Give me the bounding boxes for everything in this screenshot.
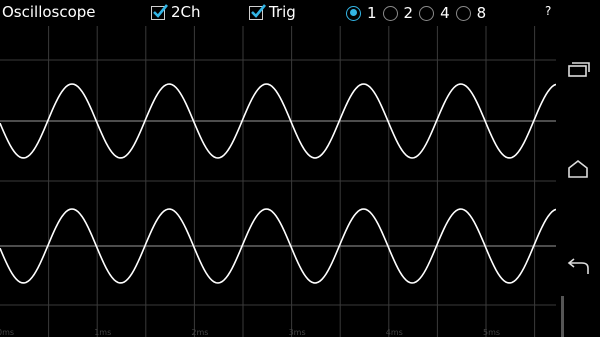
time-tick-labels: 0ms 1ms 2ms 3ms 4ms 5ms [0, 328, 500, 337]
two-channel-checkbox[interactable]: 2Ch [151, 3, 201, 21]
sweep-radio-label: 1 [367, 4, 377, 22]
scrollbar[interactable] [561, 296, 564, 337]
checkbox-checked-icon [151, 3, 169, 20]
system-nav-bar [556, 0, 600, 337]
oscilloscope-app: Oscilloscope 2Ch Trig 1 2 4 8 ? ms 1ms 2… [0, 0, 556, 337]
radio-unselected-icon [382, 5, 398, 21]
sweep-radio-4[interactable]: 4 [419, 4, 450, 22]
toolbar: Oscilloscope 2Ch Trig 1 2 4 8 ? [0, 0, 556, 26]
radio-unselected-icon [419, 5, 435, 21]
scope-display[interactable]: 0ms 1ms 2ms 3ms 4ms 5ms [0, 26, 556, 337]
recent-apps-icon[interactable] [564, 56, 592, 84]
sweep-radio-group: 1 2 4 8 [346, 4, 492, 22]
radio-selected-icon [346, 5, 361, 21]
sweep-radio-1[interactable]: 1 [346, 4, 377, 22]
grid-lines [0, 26, 556, 337]
scope-canvas: 0ms 1ms 2ms 3ms 4ms 5ms [0, 26, 556, 337]
trigger-label: Trig [269, 3, 296, 21]
sweep-radio-2[interactable]: 2 [382, 4, 414, 22]
sweep-radio-8[interactable]: 8 [455, 4, 487, 22]
app-title: Oscilloscope [2, 3, 96, 21]
sweep-radio-label: 4 [440, 4, 450, 22]
time-tick-label: 4ms [386, 328, 403, 337]
sweep-radio-label: 8 [476, 4, 487, 22]
time-tick-label: 5ms [483, 328, 500, 337]
two-channel-label: 2Ch [171, 3, 201, 21]
sweep-radio-label: 2 [403, 4, 414, 22]
radio-unselected-icon [455, 5, 471, 21]
time-tick-label: 0ms [0, 328, 14, 337]
trigger-checkbox[interactable]: Trig [249, 3, 296, 21]
back-icon[interactable] [564, 254, 592, 282]
checkbox-checked-icon [249, 3, 267, 20]
home-icon[interactable] [564, 155, 592, 183]
help-button[interactable]: ? [545, 4, 551, 18]
time-tick-label: 2ms [191, 328, 208, 337]
time-tick-label: 1ms [94, 328, 111, 337]
time-tick-label: 3ms [289, 328, 306, 337]
